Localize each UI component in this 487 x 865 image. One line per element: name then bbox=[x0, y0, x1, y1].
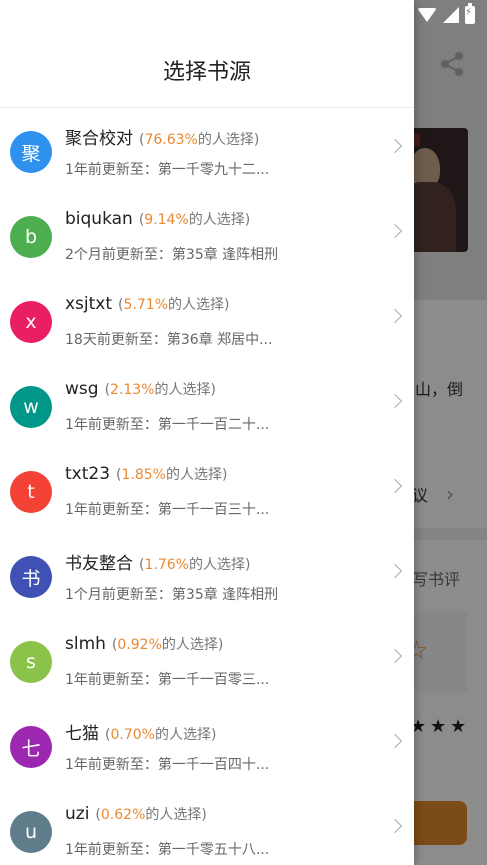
source-picker-drawer: 选择书源 聚 聚合校对 (76.63%的人选择) 1年前更新至：第一千零九十二..… bbox=[0, 0, 414, 865]
source-avatar: t bbox=[10, 471, 52, 513]
source-name: xsjtxt bbox=[65, 294, 113, 314]
source-list: 聚 聚合校对 (76.63%的人选择) 1年前更新至：第一千零九十二... b b… bbox=[0, 109, 414, 865]
battery-icon bbox=[465, 3, 475, 24]
source-avatar: u bbox=[10, 811, 52, 853]
source-avatar: 七 bbox=[10, 726, 52, 768]
source-name-line: 书友整合 (1.76%的人选择) bbox=[65, 549, 250, 574]
source-row[interactable]: b biqukan (9.14%的人选择) 2个月前更新至：第35章 逢阵相刑 bbox=[0, 194, 414, 279]
source-percent: 5.71% bbox=[123, 297, 168, 313]
source-share-suffix: 的人选择) bbox=[154, 727, 217, 743]
source-update-text: 1年前更新至：第一千一百二十... bbox=[65, 417, 270, 433]
source-share: (1.76%的人选择) bbox=[139, 557, 251, 573]
chevron-right-icon bbox=[387, 138, 403, 154]
chevron-right-icon bbox=[387, 563, 403, 579]
source-share-suffix: 的人选择) bbox=[161, 637, 224, 653]
source-row[interactable]: t txt23 (1.85%的人选择) 1年前更新至：第一千一百三十... bbox=[0, 449, 414, 534]
chevron-right-icon bbox=[387, 648, 403, 664]
source-share-suffix: 的人选择) bbox=[154, 382, 216, 398]
source-name-line: uzi (0.62%的人选择) bbox=[65, 804, 207, 824]
source-update-text: 1个月前更新至：第35章 逢阵相刑 bbox=[65, 587, 279, 603]
chevron-right-icon bbox=[387, 478, 403, 494]
source-avatar: s bbox=[10, 641, 52, 683]
source-percent: 0.92% bbox=[117, 637, 162, 653]
source-update-text: 2个月前更新至：第35章 逢阵相刑 bbox=[65, 247, 279, 263]
source-share: (1.85%的人选择) bbox=[116, 467, 228, 483]
source-row[interactable]: 聚 聚合校对 (76.63%的人选择) 1年前更新至：第一千零九十二... bbox=[0, 109, 414, 194]
source-share: (76.63%的人选择) bbox=[139, 132, 260, 148]
source-update-text: 1年前更新至：第一千一百零三... bbox=[65, 672, 270, 688]
source-avatar: 书 bbox=[10, 556, 52, 598]
chevron-right-icon bbox=[387, 308, 403, 324]
source-avatar: 聚 bbox=[10, 131, 52, 173]
source-name: 七猫 bbox=[65, 724, 99, 744]
source-name: biqukan bbox=[65, 209, 133, 229]
chevron-right-icon bbox=[387, 223, 403, 239]
source-name-line: slmh (0.92%的人选择) bbox=[65, 634, 223, 654]
source-name-line: biqukan (9.14%的人选择) bbox=[65, 209, 250, 229]
signal-icon bbox=[443, 7, 459, 23]
source-percent: 0.70% bbox=[110, 727, 155, 743]
source-share: (0.92%的人选择) bbox=[111, 637, 224, 653]
source-row[interactable]: u uzi (0.62%的人选择) 1年前更新至：第一千零五十八... bbox=[0, 789, 414, 865]
source-percent: 2.13% bbox=[110, 382, 155, 398]
wifi-icon bbox=[417, 8, 437, 22]
drawer-title: 选择书源 bbox=[0, 0, 414, 108]
source-share: (5.71%的人选择) bbox=[118, 297, 230, 313]
source-share: (2.13%的人选择) bbox=[104, 382, 216, 398]
source-name: 书友整合 bbox=[65, 554, 133, 574]
source-name: slmh bbox=[65, 634, 106, 654]
source-share-suffix: 的人选择) bbox=[145, 807, 207, 823]
source-share: (0.70%的人选择) bbox=[105, 727, 217, 743]
source-name: uzi bbox=[65, 804, 90, 824]
source-percent: 1.76% bbox=[144, 557, 189, 573]
source-update-text: 1年前更新至：第一千零九十二... bbox=[65, 162, 270, 178]
source-share-suffix: 的人选择) bbox=[197, 132, 260, 148]
source-name-line: 聚合校对 (76.63%的人选择) bbox=[65, 124, 259, 149]
source-share-suffix: 的人选择) bbox=[188, 212, 251, 228]
source-update-text: 1年前更新至：第一千一百三十... bbox=[65, 502, 270, 518]
chevron-right-icon bbox=[387, 733, 403, 749]
chevron-right-icon bbox=[387, 818, 403, 834]
source-percent: 76.63% bbox=[144, 132, 198, 148]
source-avatar: x bbox=[10, 301, 52, 343]
source-name: txt23 bbox=[65, 464, 111, 484]
source-name-line: wsg (2.13%的人选择) bbox=[65, 379, 216, 399]
source-avatar: b bbox=[10, 216, 52, 258]
source-update-text: 1年前更新至：第一千零五十八... bbox=[65, 842, 270, 858]
source-share: (0.62%的人选择) bbox=[95, 807, 207, 823]
source-name-line: txt23 (1.85%的人选择) bbox=[65, 464, 227, 484]
source-share-suffix: 的人选择) bbox=[165, 467, 228, 483]
source-update-text: 1年前更新至：第一千一百四十... bbox=[65, 757, 270, 773]
source-row[interactable]: x xsjtxt (5.71%的人选择) 18天前更新至：第36章 郑居中... bbox=[0, 279, 414, 364]
source-percent: 1.85% bbox=[121, 467, 166, 483]
chevron-right-icon bbox=[387, 393, 403, 409]
source-name: wsg bbox=[65, 379, 99, 399]
source-share-suffix: 的人选择) bbox=[188, 557, 251, 573]
source-avatar: w bbox=[10, 386, 52, 428]
source-share-suffix: 的人选择) bbox=[168, 297, 230, 313]
source-update-text: 18天前更新至：第36章 郑居中... bbox=[65, 332, 273, 348]
source-name-line: xsjtxt (5.71%的人选择) bbox=[65, 294, 229, 314]
source-percent: 0.62% bbox=[100, 807, 146, 823]
source-row[interactable]: w wsg (2.13%的人选择) 1年前更新至：第一千一百二十... bbox=[0, 364, 414, 449]
source-row[interactable]: 书 书友整合 (1.76%的人选择) 1个月前更新至：第35章 逢阵相刑 bbox=[0, 534, 414, 619]
source-name: 聚合校对 bbox=[65, 129, 133, 149]
status-bar bbox=[417, 3, 475, 25]
source-name-line: 七猫 (0.70%的人选择) bbox=[65, 719, 216, 744]
source-percent: 9.14% bbox=[144, 212, 189, 228]
source-share: (9.14%的人选择) bbox=[138, 212, 251, 228]
source-row[interactable]: 七 七猫 (0.70%的人选择) 1年前更新至：第一千一百四十... bbox=[0, 704, 414, 789]
source-row[interactable]: s slmh (0.92%的人选择) 1年前更新至：第一千一百零三... bbox=[0, 619, 414, 704]
